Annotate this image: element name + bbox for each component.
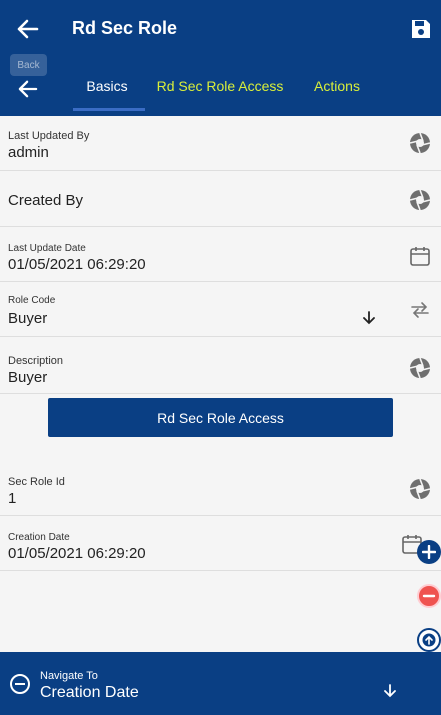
field-description (0, 337, 441, 394)
page-title: Rd Sec Role (72, 18, 178, 38)
navigate-collapse-button[interactable] (9, 673, 31, 695)
minus-circle-icon (10, 674, 30, 694)
field-last-update-date (0, 227, 441, 282)
field-label: Creation Date (8, 532, 70, 543)
rd-sec-role-access-button[interactable]: Rd Sec Role Access (48, 398, 393, 437)
aperture-icon[interactable] (409, 132, 431, 154)
add-button[interactable] (417, 540, 441, 564)
field-label[interactable]: Created By (8, 192, 83, 209)
tab-back-button[interactable] (14, 78, 42, 100)
remove-button[interactable] (417, 584, 441, 608)
field-creation-date (0, 516, 441, 571)
field-value[interactable]: Buyer (8, 310, 47, 327)
field-value[interactable]: 01/05/2021 06:29:20 (8, 545, 146, 562)
save-button[interactable] (408, 16, 434, 42)
sort-down-icon[interactable] (362, 310, 376, 326)
save-icon (412, 20, 430, 38)
field-last-updated-by (0, 116, 441, 171)
field-value[interactable]: admin (8, 144, 49, 161)
field-label: Role Code (8, 295, 56, 306)
calendar-icon[interactable] (409, 245, 431, 267)
aperture-icon[interactable] (409, 189, 431, 211)
aperture-icon[interactable] (409, 478, 431, 500)
field-label: Last Updated By (8, 130, 90, 142)
remove-icon (422, 594, 436, 598)
field-value[interactable]: 1 (8, 490, 16, 507)
field-value[interactable]: 01/05/2021 06:29:20 (8, 256, 146, 273)
field-sec-role-id (0, 466, 441, 516)
field-label: Last Update Date (8, 243, 86, 254)
add-icon (422, 545, 436, 559)
active-tab-indicator (73, 108, 145, 111)
tab-actions[interactable]: Actions (305, 60, 369, 112)
chevron-down-icon (384, 684, 396, 698)
field-label: Sec Role Id (8, 476, 65, 488)
tab-basics[interactable]: Basics (73, 60, 141, 112)
back-button[interactable] (14, 16, 42, 42)
scroll-up-icon (422, 633, 436, 647)
app-bar (0, 0, 441, 60)
navigate-value[interactable]: Creation Date (40, 684, 139, 702)
aperture-icon[interactable] (409, 357, 431, 379)
back-tooltip: Back (10, 54, 47, 76)
navigate-dropdown-button[interactable] (382, 683, 398, 699)
swap-icon[interactable] (409, 299, 431, 321)
scroll-up-button[interactable] (417, 628, 441, 652)
field-value[interactable]: Buyer (8, 369, 47, 386)
tab-rd-sec-role-access[interactable]: Rd Sec Role Access (155, 60, 285, 112)
field-label: Description (8, 355, 64, 367)
back-arrow-icon (18, 80, 38, 98)
navigate-label: Navigate To (40, 670, 98, 682)
back-arrow-icon (17, 19, 39, 39)
